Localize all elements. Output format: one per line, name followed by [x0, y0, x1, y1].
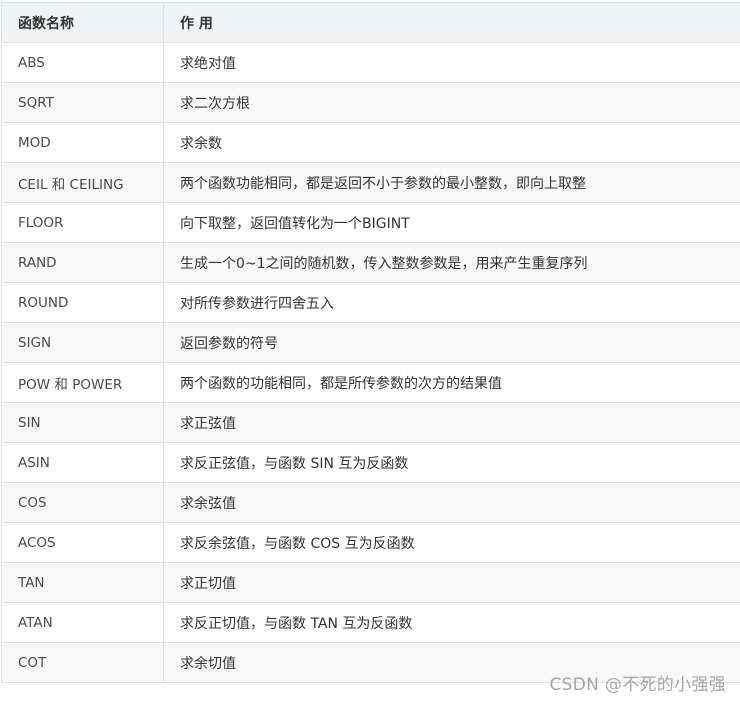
table-row: COS 求余弦值 — [1, 482, 740, 523]
table-row: ATAN 求反正切值，与函数 TAN 互为反函数 — [1, 602, 740, 643]
table-row: RAND 生成一个0~1之间的随机数，传入整数参数是，用来产生重复序列 — [1, 242, 740, 283]
function-desc-cell: 求反正切值，与函数 TAN 互为反函数 — [163, 602, 740, 643]
function-desc-cell: 两个函数的功能相同，都是所传参数的次方的结果值 — [163, 362, 740, 403]
function-desc-cell: 求反余弦值，与函数 COS 互为反函数 — [163, 522, 740, 563]
function-name-cell: POW 和 POWER — [1, 362, 164, 403]
table-row: CEIL 和 CEILING 两个函数功能相同，都是返回不小于参数的最小整数，即… — [1, 162, 740, 203]
function-table: 函数名称 作 用 ABS 求绝对值 SQRT 求二次方根 MOD 求余数 CEI… — [1, 2, 740, 683]
function-name-cell: CEIL 和 CEILING — [1, 162, 164, 203]
function-name-cell: ATAN — [1, 602, 164, 643]
function-desc-cell: 向下取整，返回值转化为一个BIGINT — [163, 202, 740, 243]
header-function-purpose: 作 用 — [163, 2, 740, 43]
table-row: ROUND 对所传参数进行四舍五入 — [1, 282, 740, 323]
table-row: ACOS 求反余弦值，与函数 COS 互为反函数 — [1, 522, 740, 563]
table-row: MOD 求余数 — [1, 122, 740, 163]
table-row: ABS 求绝对值 — [1, 42, 740, 83]
table-row: SIN 求正弦值 — [1, 402, 740, 443]
page: 函数名称 作 用 ABS 求绝对值 SQRT 求二次方根 MOD 求余数 CEI… — [0, 0, 740, 704]
function-name-cell: COS — [1, 482, 164, 523]
table-header-row: 函数名称 作 用 — [1, 2, 740, 43]
function-desc-cell: 求余弦值 — [163, 482, 740, 523]
function-name-cell: SIGN — [1, 322, 164, 363]
function-name-cell: COT — [1, 642, 164, 683]
function-name-cell: ABS — [1, 42, 164, 83]
function-name-cell: MOD — [1, 122, 164, 163]
function-name-cell: TAN — [1, 562, 164, 603]
function-desc-cell: 对所传参数进行四舍五入 — [163, 282, 740, 323]
function-name-cell: FLOOR — [1, 202, 164, 243]
table-row: TAN 求正切值 — [1, 562, 740, 603]
function-desc-cell: 求二次方根 — [163, 82, 740, 123]
function-desc-cell: 求反正弦值，与函数 SIN 互为反函数 — [163, 442, 740, 483]
table-row: SQRT 求二次方根 — [1, 82, 740, 123]
function-name-cell: ROUND — [1, 282, 164, 323]
function-name-cell: ACOS — [1, 522, 164, 563]
table-row: POW 和 POWER 两个函数的功能相同，都是所传参数的次方的结果值 — [1, 362, 740, 403]
header-function-name: 函数名称 — [1, 2, 164, 43]
function-name-cell: RAND — [1, 242, 164, 283]
table-row: ASIN 求反正弦值，与函数 SIN 互为反函数 — [1, 442, 740, 483]
function-desc-cell: 返回参数的符号 — [163, 322, 740, 363]
function-name-cell: ASIN — [1, 442, 164, 483]
function-desc-cell: 两个函数功能相同，都是返回不小于参数的最小整数，即向上取整 — [163, 162, 740, 203]
function-desc-cell: 求正切值 — [163, 562, 740, 603]
function-desc-cell: 求余数 — [163, 122, 740, 163]
csdn-watermark: CSDN @不死的小强强 — [549, 675, 726, 695]
function-name-cell: SQRT — [1, 82, 164, 123]
function-name-cell: SIN — [1, 402, 164, 443]
table-row: FLOOR 向下取整，返回值转化为一个BIGINT — [1, 202, 740, 243]
function-desc-cell: 求正弦值 — [163, 402, 740, 443]
function-desc-cell: 生成一个0~1之间的随机数，传入整数参数是，用来产生重复序列 — [163, 242, 740, 283]
table-row: SIGN 返回参数的符号 — [1, 322, 740, 363]
function-desc-cell: 求绝对值 — [163, 42, 740, 83]
